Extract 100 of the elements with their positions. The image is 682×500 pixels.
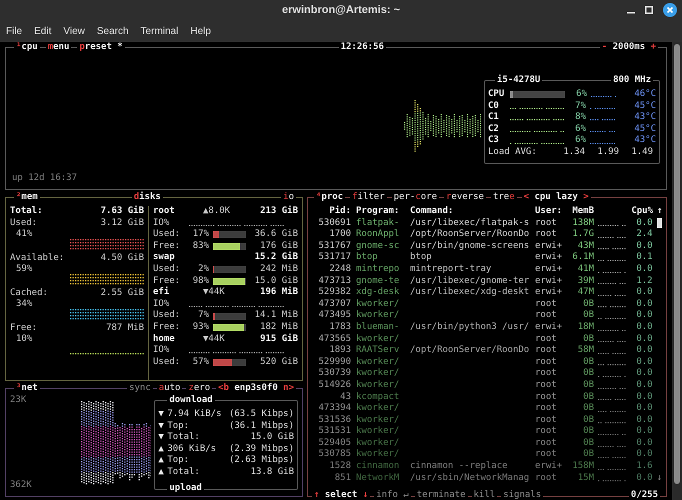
disk-usage-value: 520 GiB	[260, 356, 298, 368]
table-cell-text: kworker/	[356, 356, 400, 368]
table-cell-text: kworker/	[356, 380, 400, 392]
menu-item[interactable]: View	[63, 24, 85, 38]
table-cell-text: 1.2	[635, 276, 653, 287]
load-average: 1.49	[630, 146, 654, 159]
table-cell: cinnamon --replace	[410, 461, 508, 472]
table-cell-text: kworker/	[356, 438, 400, 449]
memory-label: Free:	[10, 322, 38, 334]
menu-item[interactable]: File	[6, 24, 22, 38]
table-cell-text: 529990	[317, 356, 351, 368]
panel-tab[interactable]: ⁴ proc	[314, 192, 346, 204]
core-percent: 6%	[574, 124, 586, 135]
panel-tab[interactable]: per-core	[392, 192, 439, 204]
table-cell-text: 0.0	[635, 368, 653, 380]
net-option[interactable]: <b enp3s0f0 n>	[216, 383, 296, 395]
table-cell-text: kcompact	[356, 392, 400, 403]
table-cell-text: 138M	[571, 218, 594, 229]
cpu-sparkline-drawing	[598, 306, 626, 308]
table-cell-text: 531536	[317, 414, 351, 426]
cpu-sparkline-drawing	[598, 283, 626, 284]
cpu-sparkline-drawing	[598, 364, 626, 366]
core-temperature: 43°C	[634, 135, 656, 147]
table-cell-text: 0B	[582, 298, 594, 310]
table-cell-text: 0.0	[635, 310, 653, 322]
table-cell: btop	[410, 252, 432, 262]
panel-tab[interactable]: < cpu lazy >	[522, 192, 591, 204]
process-action[interactable]: signals	[501, 490, 544, 500]
process-action[interactable]: ↑ select ↓	[312, 490, 370, 500]
memory-label: Cached:	[10, 288, 48, 299]
close-icon[interactable]	[663, 3, 677, 17]
network-stat-value: (63.5 Kibps)	[228, 409, 294, 421]
memory-value: 4.50 GiB	[100, 252, 144, 264]
core-temperature: 46°C	[634, 89, 656, 101]
table-cell-text: 0.0	[635, 438, 653, 449]
table-cell-text: root	[535, 229, 558, 241]
disk-usage-bar	[213, 243, 246, 250]
scrollbar[interactable]	[672, 42, 682, 500]
table-cell-text: root	[535, 380, 558, 392]
process-action[interactable]: info ↵	[374, 490, 411, 500]
network-stat-value: (36.1 Mibps)	[228, 420, 294, 432]
table-cell-text: 1.6	[635, 461, 653, 473]
table-cell-text: 158M	[571, 461, 594, 473]
table-cell-text: btop	[356, 252, 379, 264]
scroll-down-arrow[interactable]: ↓	[656, 472, 662, 484]
table-cell-text: erwi+	[535, 276, 564, 287]
table-cell-text: root	[535, 345, 558, 357]
table-cell-text: 473713	[317, 276, 351, 287]
table-cell-text: 0B	[582, 334, 594, 345]
menu-item[interactable]: Edit	[34, 24, 52, 38]
table-cell-text: 0B	[582, 426, 594, 438]
uptime: up 12d 16:37	[12, 173, 78, 185]
scroll-up-arrow[interactable]: ↑	[657, 206, 665, 218]
cpu-sparkline-drawing	[598, 480, 626, 482]
table-cell-text: 473495	[317, 310, 351, 322]
table-cell-text: 531531	[317, 426, 351, 438]
menu-item[interactable]: Search	[96, 24, 129, 38]
load-average: 1.34	[562, 146, 586, 159]
table-cell-text: 0B	[582, 356, 594, 368]
network-stat-value: 13.8 GiB	[250, 466, 294, 479]
table-cell-text: 0.0	[635, 403, 653, 415]
network-stat-value: (2.63 Mibps)	[228, 455, 294, 467]
table-cell: /usr/libexec/xdg-deskt	[410, 287, 530, 298]
memory-label: Total:	[10, 206, 43, 218]
memory-percent: 10%	[15, 334, 32, 346]
cpu-sparkline-drawing	[598, 294, 626, 296]
column-header: Program:	[356, 206, 400, 218]
maximize-icon[interactable]	[645, 6, 653, 14]
table-cell-text: NetworkM	[356, 472, 400, 484]
disk-name: swap	[153, 252, 176, 264]
core-percent: 6%	[574, 135, 586, 147]
table-cell-text: 529382	[317, 287, 351, 299]
disk-usage-label: Free: 83%	[153, 240, 209, 252]
panel-tab[interactable]: preset *	[77, 42, 125, 54]
menu-item[interactable]: Terminal	[140, 24, 178, 38]
direction-arrow: ▲	[158, 455, 165, 467]
core-percent: 8%	[574, 112, 586, 124]
table-cell-text: erwi+	[535, 287, 564, 299]
core-label: C2	[488, 124, 500, 135]
table-cell-text: 514926	[317, 380, 351, 392]
io-label: IO%	[153, 298, 170, 310]
net-option[interactable]: sync	[127, 383, 153, 395]
menu-item[interactable]: Help	[190, 24, 211, 38]
disk-name: home	[153, 334, 176, 345]
table-cell: /usr/libexec/gnome-ter	[410, 276, 530, 286]
load-label: Load AVG:	[488, 146, 538, 159]
column-header: User:	[535, 206, 564, 218]
table-cell-text: 0.0	[635, 449, 653, 461]
process-action[interactable]: kill	[472, 490, 498, 500]
panel-tab[interactable]: ¹cpu	[14, 42, 40, 54]
direction-arrow: ▲	[158, 466, 165, 479]
scroll-thumb[interactable]	[656, 218, 662, 228]
table-cell-text: 0.0	[635, 414, 653, 426]
disk-usage-value: 242 MiB	[260, 264, 298, 276]
table-cell-text: 0.0	[635, 240, 653, 252]
process-count: 0/255	[628, 490, 660, 500]
disk-io-rate: ▼44K	[203, 334, 225, 346]
table-cell-text: 529405	[317, 438, 351, 449]
process-action[interactable]: terminate	[414, 490, 468, 500]
table-cell-text: 0.0	[635, 356, 653, 368]
